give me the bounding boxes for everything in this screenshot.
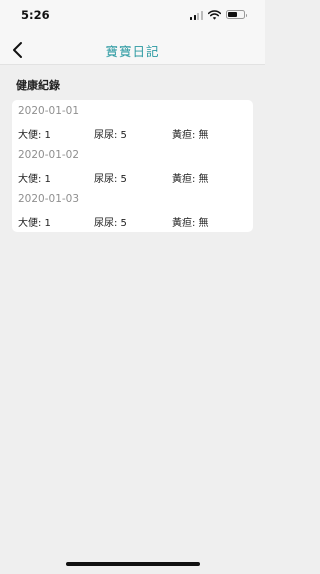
record-urine: 尿尿: 5 xyxy=(94,174,127,185)
record-item[interactable]: 2020-01-01 大便: 1 尿尿: 5 黃疸: 無 xyxy=(12,100,253,144)
section-title: 健康紀錄 xyxy=(16,79,60,92)
record-stool: 大便: 1 xyxy=(18,174,51,185)
status-icons xyxy=(175,10,247,20)
record-date: 2020-01-03 xyxy=(18,193,80,205)
wifi-icon xyxy=(208,10,221,20)
nav-bar: 寶寶日記 xyxy=(0,34,265,65)
status-bar: 5:26 xyxy=(0,0,265,34)
record-jaundice: 黃疸: 無 xyxy=(172,174,209,185)
home-indicator[interactable] xyxy=(66,562,200,566)
cellular-signal-icon xyxy=(190,11,203,20)
page-title: 寶寶日記 xyxy=(105,44,160,59)
battery-icon xyxy=(226,10,247,19)
record-date: 2020-01-02 xyxy=(18,149,80,161)
record-item[interactable]: 2020-01-03 大便: 1 尿尿: 5 黃疸: 無 xyxy=(12,188,253,232)
record-stool: 大便: 1 xyxy=(18,218,51,229)
battery-level xyxy=(228,12,237,17)
screen: 5:26 寶寶日記 健康紀錄 2020-01-01 大便: 1 尿尿: 5 黃疸… xyxy=(0,0,265,574)
record-jaundice: 黃疸: 無 xyxy=(172,130,209,141)
record-urine: 尿尿: 5 xyxy=(94,218,127,229)
status-time: 5:26 xyxy=(21,8,50,22)
health-records-card: 2020-01-01 大便: 1 尿尿: 5 黃疸: 無 2020-01-02 … xyxy=(12,100,253,232)
record-stool: 大便: 1 xyxy=(18,130,51,141)
record-jaundice: 黃疸: 無 xyxy=(172,218,209,229)
record-urine: 尿尿: 5 xyxy=(94,130,127,141)
record-date: 2020-01-01 xyxy=(18,105,80,117)
record-item[interactable]: 2020-01-02 大便: 1 尿尿: 5 黃疸: 無 xyxy=(12,144,253,188)
